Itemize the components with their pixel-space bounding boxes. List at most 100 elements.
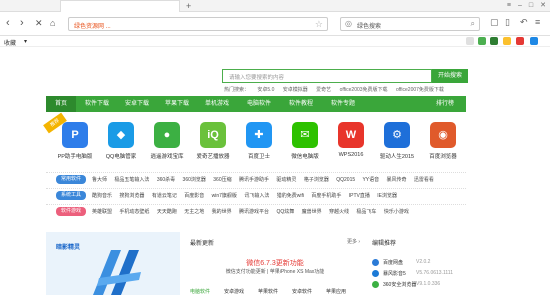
promo-banner[interactable]: 暗影精灵 [46,232,180,295]
category-tag[interactable]: 常用软件 [56,175,86,184]
nav-topics[interactable]: 软件专题 [324,96,362,112]
addon-icon-2[interactable] [503,37,511,45]
browser-tab[interactable] [60,0,180,12]
app-item[interactable]: iQ 爱奇艺播放器 [190,122,236,160]
search-engine-icon[interactable]: ◎ [345,19,352,28]
maximize-icon[interactable]: □ [529,2,533,9]
headline-link[interactable]: 微信6.7.3更新功能 [190,258,360,268]
nav-android[interactable]: 安卓下载 [118,96,156,112]
software-link[interactable]: QQ2015 [336,177,355,183]
software-link[interactable]: 酷狗音乐 [92,193,112,199]
tools-icon[interactable]: ▢ [490,17,499,28]
extension-icon[interactable] [466,37,474,45]
software-link[interactable]: 百度影音 [184,193,204,199]
software-link[interactable]: 暴风传奇 [387,177,407,183]
nav-tutorials[interactable]: 软件教程 [282,96,320,112]
software-link[interactable]: 360浏览器 [183,177,206,183]
software-link[interactable]: 手机动态壁纸 [119,209,149,215]
software-link[interactable]: 讯飞输入法 [244,193,269,199]
software-link[interactable]: 格子浏览器 [304,177,329,183]
hot-search-link[interactable]: 安卓模拟器 [283,87,308,93]
software-link[interactable]: 驱动精灵 [276,177,296,183]
app-item[interactable]: ◆ QQ电脑管家 [98,122,144,160]
menu-icon[interactable]: ≡ [507,2,511,9]
minimize-icon[interactable]: – [518,2,522,9]
tab-pc-software[interactable]: 电脑软件 [190,288,210,295]
addon-icon-4[interactable] [530,37,538,45]
software-link[interactable]: 360杀毒 [157,177,175,183]
software-link[interactable]: 快乐小游戏 [384,209,409,215]
software-link[interactable]: 穿越火线 [329,209,349,215]
nav-home[interactable]: 首页 [46,96,76,112]
software-link[interactable]: 360压缩 [213,177,231,183]
software-link[interactable]: 迅雷看看 [414,177,434,183]
hot-search-link[interactable]: 爱奇艺 [316,87,331,93]
stop-icon[interactable]: ✕ [35,17,43,29]
search-icon[interactable]: ⌕ [471,19,475,29]
tab-apple-software[interactable]: 苹果软件 [258,288,278,295]
software-link[interactable]: 魔兽世界 [302,209,322,215]
hot-search-link[interactable]: 安卓5.0 [257,87,274,93]
site-search-input[interactable]: 请输入您要搜索的内容 [222,69,432,83]
list-item[interactable]: 暴风影音5 V5.76.0613.1111 [372,269,466,279]
software-link[interactable]: QQ炫舞 [276,209,294,215]
software-link[interactable]: 腾讯游戏平台 [239,209,269,215]
software-link[interactable]: 腾讯手游助手 [239,177,269,183]
app-item[interactable]: ◉ 百度浏览器 [420,122,466,160]
software-link[interactable]: 极品飞车 [356,209,376,215]
history-icon[interactable]: ↶ [520,17,528,28]
software-link[interactable]: IE浏览器 [377,193,397,199]
more-icon[interactable]: ≡ [535,17,540,27]
addon-icon[interactable] [478,37,486,45]
category-tag[interactable]: 系统工具 [56,191,86,200]
category-tag[interactable]: 软件游戏 [56,207,86,216]
app-item[interactable]: ✚ 百度卫士 [236,122,282,160]
software-link[interactable]: 我的世界 [212,209,232,215]
home-icon[interactable]: ⌂ [50,17,55,29]
site-search-button[interactable]: 开始搜索 [432,69,468,83]
close-window-icon[interactable]: ✕ [540,2,546,9]
software-link[interactable]: 鲁大师 [92,177,107,183]
software-link[interactable]: win7旗舰版 [212,193,237,199]
software-link[interactable]: IPTV直播 [349,193,370,199]
nav-software[interactable]: 软件下载 [78,96,116,112]
app-item[interactable]: P PP助手电脑版 [52,122,98,160]
favorites-label[interactable]: 收藏 [4,38,16,47]
app-item[interactable]: ⚙ 驱动人生2015 [374,122,420,160]
tab-android-software[interactable]: 安卓软件 [292,288,312,295]
list-item[interactable]: 百度网盘 V2.0.2 [372,258,466,268]
new-tab-button[interactable]: + [186,1,191,11]
back-icon[interactable]: ‹ [6,17,10,29]
app-item[interactable]: ● 逍遥游戏宝库 [144,122,190,160]
more-link[interactable]: 更多 › [347,238,360,245]
favorites-dropdown-icon[interactable]: ▾ [24,38,27,45]
hot-search-link[interactable]: office2003免费版下载 [340,87,388,93]
software-link[interactable]: YY语音 [362,177,379,183]
bookmark-star-icon[interactable]: ☆ [315,19,323,30]
app-item[interactable]: W WPS2016 [328,122,374,158]
list-item[interactable]: 360安全浏览器 V9.1.0.336 [372,280,466,290]
addon-icon-3[interactable] [516,37,524,45]
software-link[interactable]: 猎豹免费wifi [277,193,304,199]
app-item[interactable]: ✉ 微信电脑版 [282,122,328,160]
tab-apple-apps[interactable]: 苹果应用 [326,288,346,295]
address-bar[interactable]: 绿色资源网 ... ☆ [68,17,328,31]
nav-ranking[interactable]: 排行榜 [426,96,464,112]
nav-apple[interactable]: 苹果下载 [158,96,196,112]
subheadline[interactable]: 微信支付功能更新 | 苹果iPhone XS Max功能 [190,268,360,275]
forward-icon[interactable]: › [20,17,24,29]
mobile-icon[interactable]: ▯ [505,17,510,28]
security-shield-icon[interactable] [490,37,498,45]
browser-search-box[interactable]: ◎ 绿色搜索 ⌕ [340,17,480,31]
tab-android-games[interactable]: 安卓游戏 [224,288,244,295]
software-link[interactable]: 百度手机助手 [311,193,341,199]
software-link[interactable]: 极品五笔输入法 [114,177,149,183]
software-link[interactable]: 英雄联盟 [92,209,112,215]
software-link[interactable]: 天天酷跑 [157,209,177,215]
nav-pc-software[interactable]: 电脑软件 [240,96,278,112]
software-link[interactable]: 搜狗浏览器 [119,193,144,199]
nav-games[interactable]: 单机游戏 [198,96,236,112]
software-link[interactable]: 无主之地 [184,209,204,215]
software-link[interactable]: 有道云笔记 [152,193,177,199]
hot-search-link[interactable]: office2007免费版下载 [396,87,444,93]
